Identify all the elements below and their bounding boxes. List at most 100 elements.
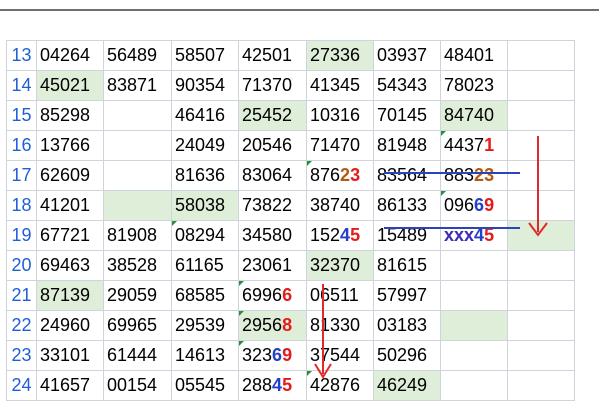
row-header-16[interactable]: 16: [6, 130, 37, 161]
row-header-20[interactable]: 20: [6, 250, 37, 281]
cell-r23-c5[interactable]: 37544: [306, 340, 374, 371]
cell-r13-c7[interactable]: 48401: [440, 40, 508, 71]
cell-r18-c1[interactable]: 41201: [36, 190, 104, 221]
cell-r17-c1[interactable]: 62609: [36, 160, 104, 191]
cell-r24-c8[interactable]: [507, 370, 575, 401]
cell-r20-c1[interactable]: 69463: [36, 250, 104, 281]
row-header-21[interactable]: 21: [6, 280, 37, 311]
cell-r23-c8[interactable]: [507, 340, 575, 371]
cell-r14-c5[interactable]: 41345: [306, 70, 374, 101]
row-header-19[interactable]: 19: [6, 220, 37, 251]
cell-r13-c5[interactable]: 27336: [306, 40, 374, 71]
cell-r24-c3[interactable]: 05545: [171, 370, 239, 401]
cell-r15-c6[interactable]: 70145: [373, 100, 441, 131]
cell-r19-c1[interactable]: 67721: [36, 220, 104, 251]
cell-r20-c8[interactable]: [507, 250, 575, 281]
cell-r20-c7[interactable]: [440, 250, 508, 281]
cell-r21-c5[interactable]: 06511: [306, 280, 374, 311]
cell-r16-c8[interactable]: [507, 130, 575, 161]
cell-r17-c8[interactable]: [507, 160, 575, 191]
cell-r21-c2[interactable]: 29059: [103, 280, 172, 311]
cell-r15-c5[interactable]: 10316: [306, 100, 374, 131]
cell-r18-c6[interactable]: 86133: [373, 190, 441, 221]
cell-r22-c6[interactable]: 03183: [373, 310, 441, 341]
cell-r22-c3[interactable]: 29539: [171, 310, 239, 341]
cell-r19-c8[interactable]: [507, 220, 575, 251]
cell-r14-c8[interactable]: [507, 70, 575, 101]
cell-r18-c5[interactable]: 38740: [306, 190, 374, 221]
row-header-24[interactable]: 24: [6, 370, 37, 401]
cell-r20-c3[interactable]: 61165: [171, 250, 239, 281]
cell-r22-c8[interactable]: [507, 310, 575, 341]
cell-r16-c2[interactable]: [103, 130, 172, 161]
cell-r22-c1[interactable]: 24960: [36, 310, 104, 341]
cell-r20-c4[interactable]: 23061: [238, 250, 307, 281]
cell-r14-c2[interactable]: 83871: [103, 70, 172, 101]
cell-r21-c6[interactable]: 57997: [373, 280, 441, 311]
cell-r14-c4[interactable]: 71370: [238, 70, 307, 101]
cell-r18-c7[interactable]: 09669: [440, 190, 508, 221]
cell-r21-c8[interactable]: [507, 280, 575, 311]
cell-r22-c5[interactable]: 81330: [306, 310, 374, 341]
cell-r18-c2[interactable]: [103, 190, 172, 221]
cell-r17-c3[interactable]: 81636: [171, 160, 239, 191]
cell-r16-c6[interactable]: 81948: [373, 130, 441, 161]
cell-r19-c2[interactable]: 81908: [103, 220, 172, 251]
cell-r13-c8[interactable]: [507, 40, 575, 71]
row-header-23[interactable]: 23: [6, 340, 37, 371]
cell-r24-c1[interactable]: 41657: [36, 370, 104, 401]
cell-r18-c3[interactable]: 58038: [171, 190, 239, 221]
cell-r19-c3[interactable]: 08294: [171, 220, 239, 251]
cell-r18-c8[interactable]: [507, 190, 575, 221]
cell-r23-c6[interactable]: 50296: [373, 340, 441, 371]
cell-r20-c5[interactable]: 32370: [306, 250, 374, 281]
cell-r23-c1[interactable]: 33101: [36, 340, 104, 371]
cell-r15-c7[interactable]: 84740: [440, 100, 508, 131]
cell-r13-c1[interactable]: 04264: [36, 40, 104, 71]
row-header-14[interactable]: 14: [6, 70, 37, 101]
cell-r16-c1[interactable]: 13766: [36, 130, 104, 161]
cell-r21-c1[interactable]: 87139: [36, 280, 104, 311]
cell-r16-c3[interactable]: 24049: [171, 130, 239, 161]
cell-r16-c5[interactable]: 71470: [306, 130, 374, 161]
cell-r22-c2[interactable]: 69965: [103, 310, 172, 341]
cell-r23-c3[interactable]: 14613: [171, 340, 239, 371]
cell-r17-c5[interactable]: 87623: [306, 160, 374, 191]
cell-r21-c3[interactable]: 68585: [171, 280, 239, 311]
cell-r13-c6[interactable]: 03937: [373, 40, 441, 71]
cell-r13-c4[interactable]: 42501: [238, 40, 307, 71]
cell-r22-c4[interactable]: 29568: [238, 310, 307, 341]
row-header-13[interactable]: 13: [6, 40, 37, 71]
cell-r14-c6[interactable]: 54343: [373, 70, 441, 101]
cell-r17-c6[interactable]: 83564: [373, 160, 441, 191]
row-header-15[interactable]: 15: [6, 100, 37, 131]
cell-r24-c2[interactable]: 00154: [103, 370, 172, 401]
cell-r16-c4[interactable]: 20546: [238, 130, 307, 161]
cell-r23-c4[interactable]: 32369: [238, 340, 307, 371]
cell-r23-c2[interactable]: 61444: [103, 340, 172, 371]
row-header-17[interactable]: 17: [6, 160, 37, 191]
cell-r21-c7[interactable]: [440, 280, 508, 311]
cell-r19-c7[interactable]: xxx45: [440, 220, 508, 251]
cell-r24-c4[interactable]: 28845: [238, 370, 307, 401]
cell-r14-c3[interactable]: 90354: [171, 70, 239, 101]
cell-r15-c1[interactable]: 85298: [36, 100, 104, 131]
cell-r22-c7[interactable]: [440, 310, 508, 341]
cell-r17-c7[interactable]: 88323: [440, 160, 508, 191]
cell-r15-c2[interactable]: [103, 100, 172, 131]
cell-r13-c2[interactable]: 56489: [103, 40, 172, 71]
cell-r15-c4[interactable]: 25452: [238, 100, 307, 131]
cell-r13-c3[interactable]: 58507: [171, 40, 239, 71]
cell-r24-c6[interactable]: 46249: [373, 370, 441, 401]
row-header-22[interactable]: 22: [6, 310, 37, 341]
cell-r21-c4[interactable]: 69966: [238, 280, 307, 311]
cell-r14-c1[interactable]: 45021: [36, 70, 104, 101]
cell-r23-c7[interactable]: [440, 340, 508, 371]
cell-r16-c7[interactable]: 44371: [440, 130, 508, 161]
cell-r20-c6[interactable]: 81615: [373, 250, 441, 281]
cell-r15-c3[interactable]: 46416: [171, 100, 239, 131]
cell-r17-c4[interactable]: 83064: [238, 160, 307, 191]
cell-r24-c5[interactable]: 42876: [306, 370, 374, 401]
cell-r17-c2[interactable]: [103, 160, 172, 191]
cell-r15-c8[interactable]: [507, 100, 575, 131]
